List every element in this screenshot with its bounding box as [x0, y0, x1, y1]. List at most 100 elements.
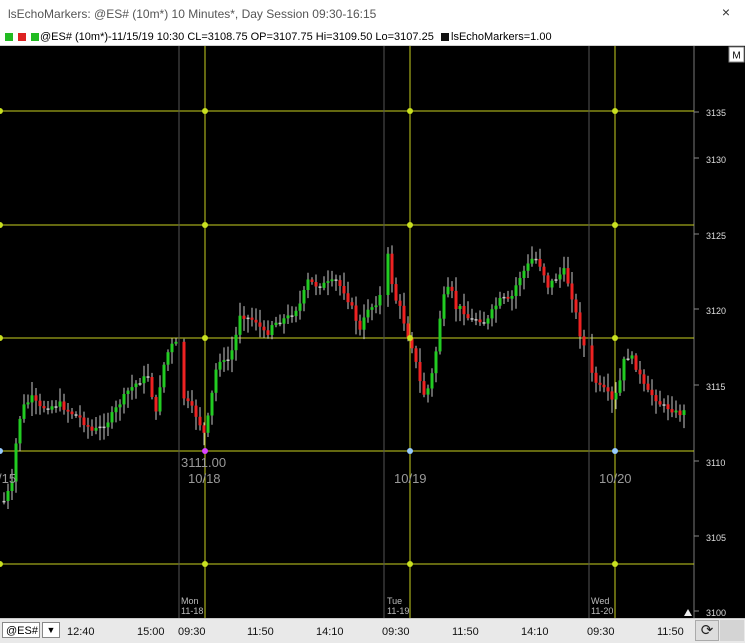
echo-marker-dot: [407, 108, 413, 114]
toolbar-spacer: [720, 620, 744, 641]
bar-body: [450, 286, 454, 291]
bar-body: [206, 415, 210, 433]
bar-body: [494, 305, 498, 310]
bar-body: [174, 341, 178, 344]
day-label: Wed: [591, 596, 609, 606]
bar-body: [374, 305, 378, 308]
bar-body: [162, 364, 166, 388]
bar-body: [234, 334, 238, 351]
bar-body: [678, 410, 682, 416]
bar-body: [498, 298, 502, 306]
time-axis-label: 11:50: [452, 626, 479, 638]
bar-body: [558, 274, 562, 280]
echo-marker-dot: [612, 561, 618, 567]
bar-body: [650, 389, 654, 396]
bar-body: [594, 372, 598, 383]
bar-body: [526, 263, 530, 271]
day-date-label: 11-19: [387, 606, 409, 616]
bar-body: [194, 405, 198, 417]
bar-body: [286, 315, 290, 319]
time-axis-label: 14:10: [316, 626, 344, 638]
bar-body: [18, 418, 22, 444]
date-label: 10/19: [394, 471, 427, 486]
time-axis-label: 12:40: [67, 626, 95, 638]
bar-body: [434, 351, 438, 374]
bar-body: [106, 422, 110, 428]
echo-marker-dot: [612, 108, 618, 114]
symbol-dropdown-button[interactable]: ▼: [42, 622, 60, 638]
bar-body: [110, 412, 114, 423]
bar-body: [366, 309, 370, 318]
bar-body: [590, 345, 594, 373]
bar-body: [458, 306, 462, 309]
plot-area: [0, 46, 694, 618]
bar-body: [150, 377, 154, 397]
bar-body: [70, 411, 74, 415]
bar-body: [98, 426, 102, 429]
bar-body: [74, 414, 78, 416]
bar-body: [342, 286, 346, 294]
bar-body: [158, 387, 162, 412]
bar-body: [314, 282, 318, 287]
bar-body: [574, 299, 578, 313]
bar-body: [94, 427, 98, 431]
time-axis-label: 09:30: [382, 626, 410, 638]
bar-body: [662, 404, 666, 406]
reload-button[interactable]: ⟳: [695, 620, 719, 641]
bar-body: [426, 388, 430, 395]
bar-body: [446, 286, 450, 295]
bar-body: [222, 360, 226, 362]
day-label: Tue: [387, 596, 402, 606]
bar-body: [358, 320, 362, 330]
bar-body: [322, 282, 326, 288]
bar-body: [282, 318, 286, 324]
bar-body: [302, 290, 306, 304]
bar-body: [414, 348, 418, 362]
bar-body: [550, 280, 554, 288]
bar-body: [46, 408, 50, 410]
price-chart[interactable]: M 3135 3130 3125 3120 3115 3110 3105 310…: [0, 46, 745, 618]
bar-body: [610, 391, 614, 400]
bar-body: [570, 283, 574, 300]
bar-body: [522, 270, 526, 278]
bar-body: [30, 395, 34, 403]
bar-body: [306, 279, 310, 290]
bar-body: [398, 300, 402, 306]
bar-body: [182, 341, 186, 399]
bar-body: [390, 253, 394, 285]
bar-body: [54, 406, 58, 408]
title-bar: lsEchoMarkers: @ES# (10m*) 10 Minutes*, …: [0, 0, 745, 30]
bar-body: [598, 382, 602, 385]
symbol-input[interactable]: @ES#: [2, 622, 40, 638]
bar-body: [378, 295, 382, 306]
bar-body: [38, 400, 42, 407]
bar-body: [350, 302, 354, 306]
close-button[interactable]: ×: [718, 4, 734, 20]
bar-body: [582, 336, 586, 346]
svg-text:3110: 3110: [706, 458, 725, 468]
echo-marker-dot: [407, 222, 413, 228]
day-date-label: 11-18: [181, 606, 203, 616]
bar-body: [258, 322, 262, 327]
bar-body: [226, 359, 230, 361]
date-label: 10/20: [599, 471, 632, 486]
svg-text:3120: 3120: [706, 306, 726, 316]
price-annotation: 3111.00: [181, 455, 226, 470]
bar-body: [170, 343, 174, 353]
bar-body: [370, 307, 374, 310]
window-title: lsEchoMarkers: @ES# (10m*) 10 Minutes*, …: [8, 7, 377, 21]
svg-text:3100: 3100: [706, 608, 726, 618]
bar-body: [58, 401, 62, 407]
bar-body: [534, 258, 538, 261]
bar-body: [438, 318, 442, 352]
svg-text:3135: 3135: [706, 108, 726, 118]
bar-body: [250, 317, 254, 320]
bar-body: [294, 310, 298, 317]
time-axis-label: 11:50: [657, 626, 684, 638]
svg-text:3125: 3125: [706, 231, 726, 241]
bar-body: [90, 426, 94, 431]
bar-body: [270, 325, 274, 335]
bar-body: [242, 315, 246, 319]
svg-text:3105: 3105: [706, 533, 726, 543]
bar-body: [122, 394, 126, 405]
